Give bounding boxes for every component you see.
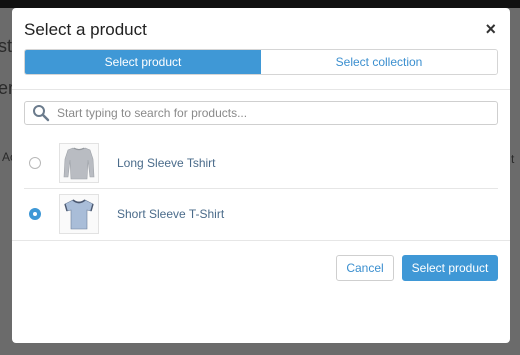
product-thumbnail (59, 143, 99, 183)
modal-footer: Cancel Select product (336, 255, 498, 281)
product-thumbnail (59, 194, 99, 234)
select-product-modal: Select a product × Select product Select… (12, 8, 510, 343)
product-name: Long Sleeve Tshirt (117, 156, 216, 170)
long-sleeve-shirt-icon (63, 147, 95, 180)
product-radio[interactable] (29, 208, 41, 220)
background-text: st (0, 36, 13, 56)
background-topbar (0, 0, 520, 8)
list-item[interactable]: Short Sleeve T-Shirt (24, 189, 498, 239)
tab-select-product[interactable]: Select product (25, 50, 261, 74)
list-item[interactable]: Long Sleeve Tshirt (24, 138, 498, 189)
search-icon (33, 105, 50, 122)
modal-title: Select a product (24, 20, 147, 39)
divider (12, 240, 510, 241)
tab-select-collection[interactable]: Select collection (261, 50, 497, 74)
tab-group: Select product Select collection (24, 49, 498, 75)
close-button[interactable]: × (485, 20, 496, 38)
short-sleeve-shirt-icon (64, 199, 94, 230)
modal-header: Select a product × (12, 8, 510, 48)
select-product-button[interactable]: Select product (402, 255, 498, 281)
background-text: t (511, 152, 515, 166)
product-radio[interactable] (29, 157, 41, 169)
product-name: Short Sleeve T-Shirt (117, 207, 225, 221)
cancel-button[interactable]: Cancel (336, 255, 394, 281)
product-list: Long Sleeve Tshirt Short Sleeve T-Shirt (24, 138, 498, 239)
search-input[interactable] (53, 106, 497, 120)
divider (12, 89, 510, 90)
search-box (24, 101, 498, 125)
